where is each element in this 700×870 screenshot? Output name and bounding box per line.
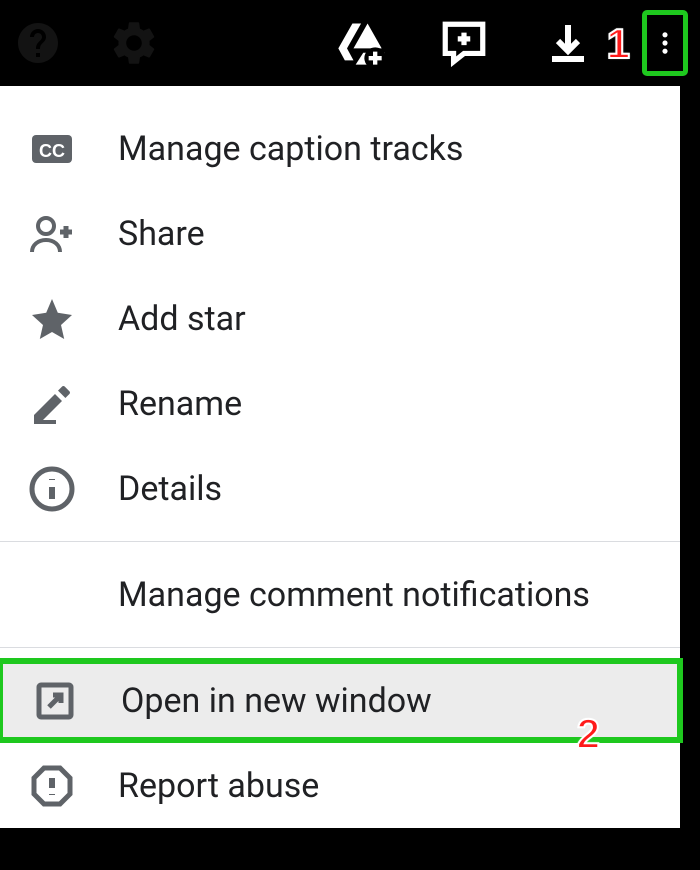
menu-item-rename[interactable]: Rename [0, 361, 680, 446]
menu-item-add-star[interactable]: Add star [0, 276, 680, 361]
menu-divider [0, 647, 680, 648]
menu-item-manage-captions[interactable]: CC Manage caption tracks [0, 106, 680, 191]
person-add-icon [28, 210, 76, 258]
menu-divider [0, 541, 680, 542]
gear-icon [104, 13, 164, 73]
menu-label: Share [118, 214, 205, 254]
menu-label: Report abuse [118, 766, 319, 806]
cc-icon: CC [28, 125, 76, 173]
annotation-step-1: 1 [607, 20, 630, 68]
menu-label: Details [118, 469, 222, 509]
menu-label: Add star [118, 299, 246, 339]
pencil-icon [28, 380, 76, 428]
menu-item-details[interactable]: Details [0, 446, 680, 531]
drive-add-icon[interactable] [330, 13, 390, 73]
toolbar-right [330, 10, 688, 76]
star-icon [28, 295, 76, 343]
add-comment-icon[interactable] [434, 13, 494, 73]
empty-icon-slot [28, 571, 76, 619]
toolbar [0, 0, 700, 86]
svg-text:CC: CC [39, 141, 65, 161]
report-icon [28, 762, 76, 810]
annotation-step-2: 2 [577, 710, 600, 758]
menu-item-share[interactable]: Share [0, 191, 680, 276]
more-options-button[interactable] [642, 10, 688, 76]
menu-label: Open in new window [121, 681, 432, 721]
open-external-icon [31, 677, 79, 725]
info-icon [28, 465, 76, 513]
menu-label: Rename [118, 384, 242, 424]
download-icon[interactable] [538, 13, 598, 73]
menu-item-manage-notifications[interactable]: Manage comment notifications [0, 552, 680, 637]
menu-label: Manage caption tracks [118, 129, 463, 169]
menu-label: Manage comment notifications [118, 575, 590, 615]
toolbar-left-dimmed [0, 0, 164, 86]
help-icon [8, 13, 68, 73]
